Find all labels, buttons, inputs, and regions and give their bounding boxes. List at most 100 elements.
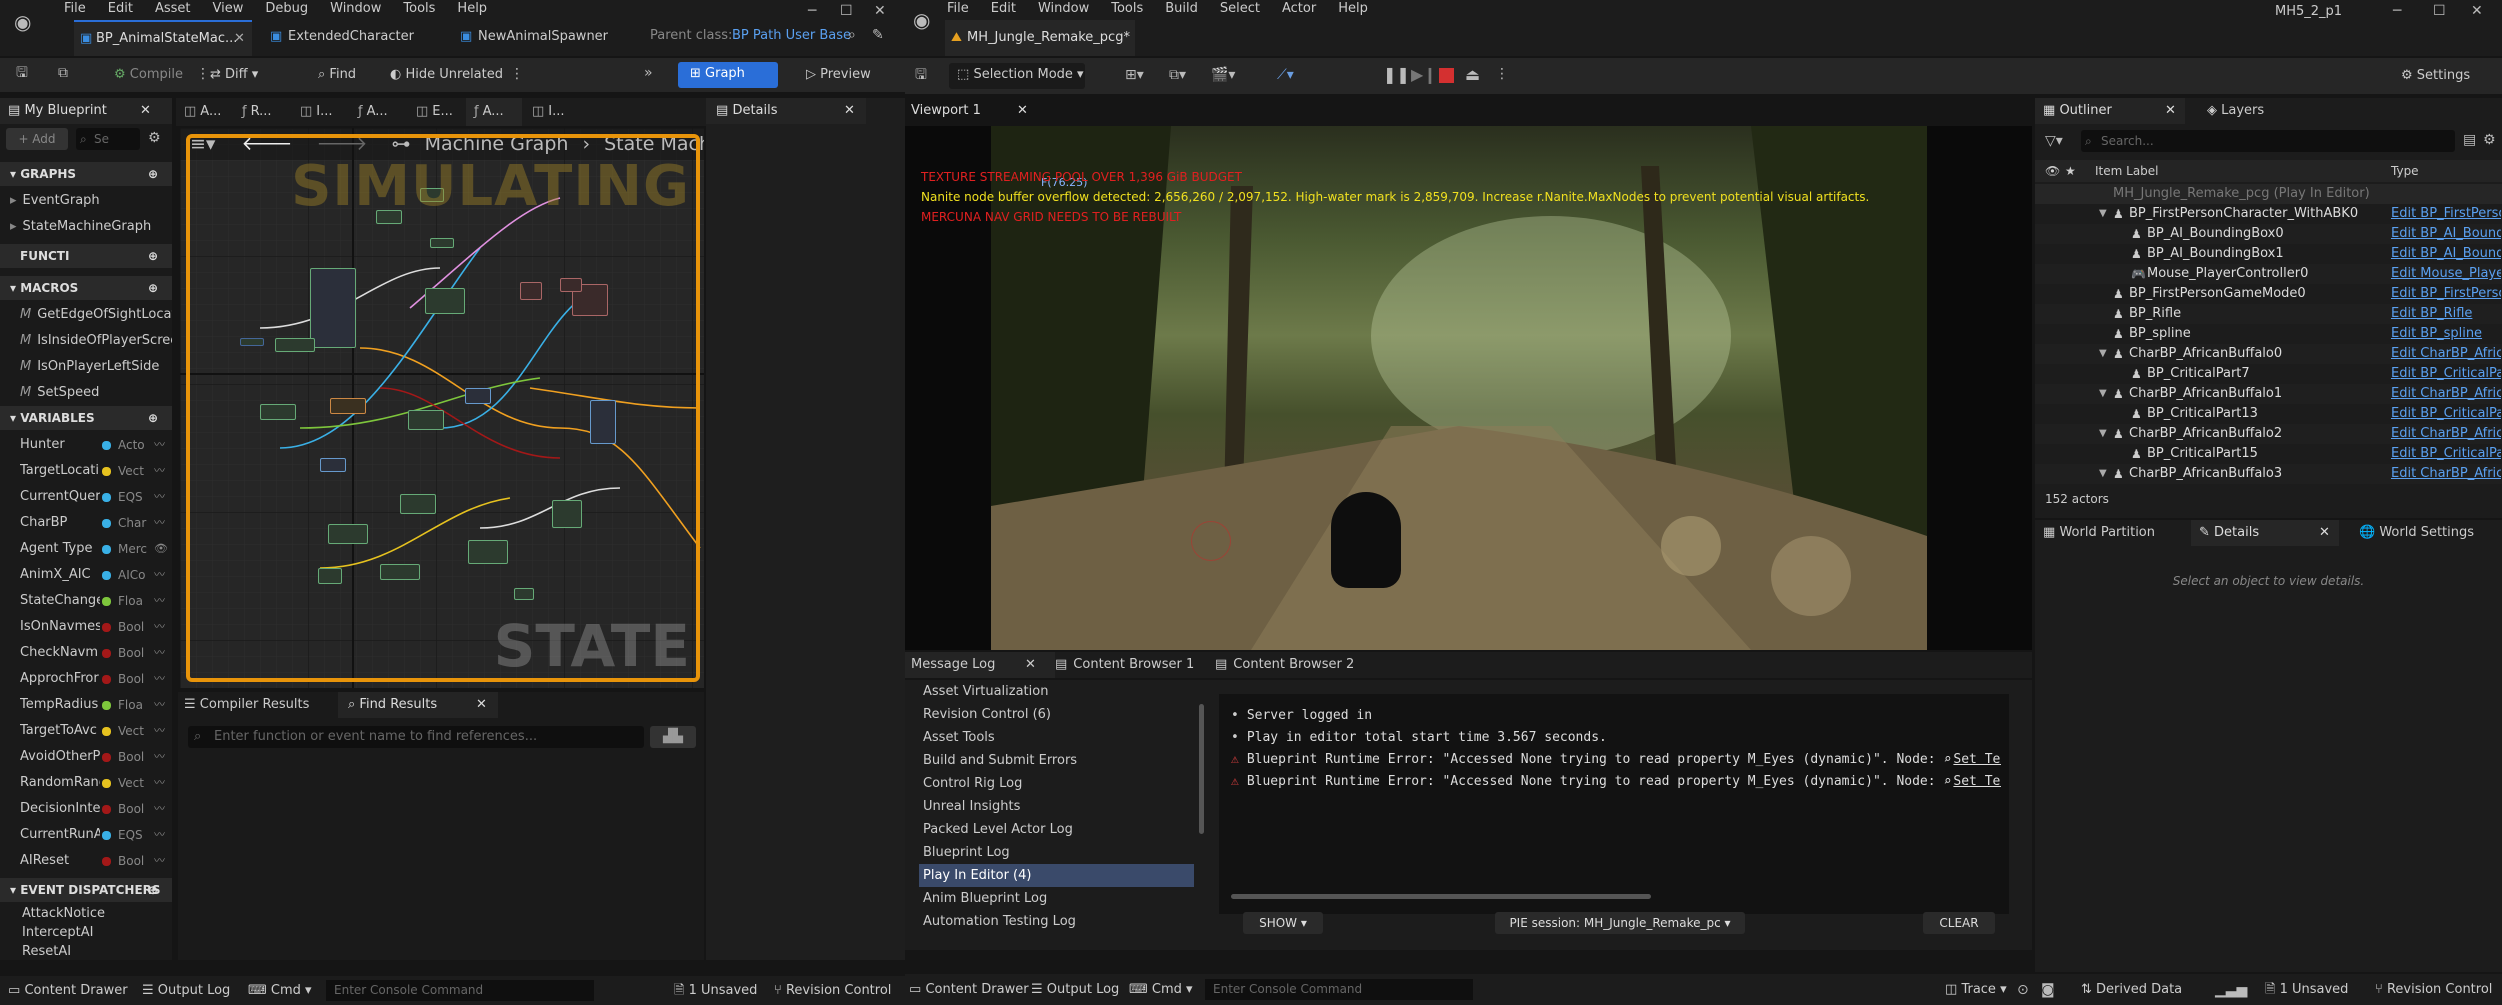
minimize-icon[interactable]: ─ (808, 4, 816, 18)
outliner-row-type-link[interactable]: Edit Mouse_Player (2391, 264, 2501, 284)
output-log-button[interactable]: ☰ Output Log (1031, 974, 1119, 1005)
preview-mode-button[interactable]: ▷ Preview (806, 63, 871, 87)
variable-item[interactable]: CurrentRunA EQS 〰 (0, 822, 172, 848)
minimize-icon[interactable]: ─ (2393, 4, 2401, 18)
outliner-row-type-link[interactable]: Edit BP_FirstPerso (2391, 284, 2501, 304)
chevron-icon[interactable]: 〰 (154, 432, 165, 458)
outliner-row[interactable]: ♟ BP_AI_BoundingBox0 Edit BP_AI_Boundin (2035, 224, 2502, 244)
find-results-tab[interactable]: ⌕ Find Results ✕ (338, 692, 498, 718)
functions-section-header[interactable]: FUNCTI ⊕ (0, 244, 172, 268)
collapse-arrow-icon[interactable]: ▼ (2099, 344, 2107, 364)
graph-menu-icon[interactable]: ≡▾ (190, 133, 215, 155)
breadcrumb-machine-graph[interactable]: Machine Graph (425, 133, 569, 155)
close-tab-icon[interactable]: ✕ (2319, 520, 2330, 546)
log-category-item[interactable]: Packed Level Actor Log (919, 818, 1194, 841)
log-category-item[interactable]: Play In Editor (4) (919, 864, 1194, 887)
menu-item-debug[interactable]: Debug (265, 1, 308, 16)
outliner-row[interactable]: ▼ ♟ CharBP_AfricanBuffalo3 Edit CharBP_Afri… (2035, 464, 2502, 484)
settings-gear-icon[interactable]: ⚙ (2483, 133, 2496, 147)
graph-item[interactable]: ▸ EventGraph (0, 188, 172, 214)
compiler-results-tab[interactable]: ☰ Compiler Results (178, 692, 328, 718)
graph-node[interactable] (552, 500, 582, 528)
graph-node[interactable] (590, 400, 616, 444)
chevron-icon[interactable]: 〰 (154, 692, 165, 718)
stop-icon[interactable] (1439, 68, 1454, 83)
graph-node[interactable] (514, 588, 534, 600)
outliner-row-type-link[interactable]: Edit BP_AI_Boundin (2391, 244, 2501, 264)
show-dropdown[interactable]: SHOW ▾ (1243, 912, 1323, 934)
item-label-header[interactable]: Item Label (2095, 160, 2159, 182)
menu-item-edit[interactable]: Edit (991, 1, 1016, 16)
close-tab-icon[interactable]: ✕ (476, 692, 487, 718)
graph-node[interactable] (240, 338, 264, 346)
chevron-icon[interactable]: 〰 (154, 588, 165, 614)
buffalo-character[interactable] (1331, 492, 1401, 588)
outliner-row-type-link[interactable]: Edit CharBP_Africa (2391, 464, 2501, 484)
menu-item-edit[interactable]: Edit (108, 1, 133, 16)
log-node-link[interactable]: Set Texture Pa (1953, 752, 2001, 767)
macro-item[interactable]: M GetEdgeOfSightLocatio (0, 302, 172, 328)
eject-icon[interactable]: ⏏ (1465, 67, 1480, 83)
more-icon[interactable]: ⋮ (510, 67, 524, 81)
save-icon[interactable]: 🖫 (16, 66, 28, 80)
add-dispatcher-icon[interactable]: ⊕ (148, 878, 158, 902)
unsaved-indicator[interactable]: 🗎 1 Unsaved (674, 976, 757, 1005)
outliner-row-type-link[interactable]: Edit CharBP_Africa (2391, 424, 2501, 444)
diff-button[interactable]: ⇄ Diff ▾ (210, 63, 258, 87)
outliner-row[interactable]: ♟ BP_AI_BoundingBox1 Edit BP_AI_Boundin (2035, 244, 2502, 264)
variable-item[interactable]: AnimX_AIC AICo 〰 (0, 562, 172, 588)
save-icon[interactable]: 🖫 (915, 68, 927, 82)
filter-icon[interactable]: ▽▾ (2045, 134, 2063, 148)
menu-item-build[interactable]: Build (1165, 1, 1198, 16)
macro-item[interactable]: M SetSpeed (0, 380, 172, 406)
type-header[interactable]: Type (2391, 160, 2419, 182)
trace-button[interactable]: ◫ Trace ▾ (1945, 974, 2007, 1005)
find-button[interactable]: ⌕ Find (318, 63, 356, 87)
menu-item-file[interactable]: File (64, 1, 86, 16)
details-tab[interactable]: ▤ Details ✕ (706, 98, 866, 124)
pencil-icon[interactable]: ✎ (872, 28, 884, 42)
outliner-row-type-link[interactable]: Edit CharBP_Africa (2391, 384, 2501, 404)
close-tab-icon[interactable]: ✕ (1017, 98, 1028, 124)
console-command-input[interactable]: Enter Console Command (1205, 979, 1473, 1000)
variable-item[interactable]: StateChange Floa 〰 (0, 588, 172, 614)
chevron-icon[interactable]: 〰 (154, 562, 165, 588)
log-category-item[interactable]: Unreal Insights (919, 795, 1194, 818)
log-node-link[interactable]: Set Texture Pa (1953, 774, 2001, 789)
outliner-row-type-link[interactable]: Edit BP_CriticalPar (2391, 404, 2501, 424)
content-drawer-button[interactable]: ▭ Content Drawer (909, 974, 1029, 1005)
variable-item[interactable]: AIReset Bool 〰 (0, 848, 172, 874)
outliner-row[interactable]: ♟ BP_spline Edit BP_spline (2035, 324, 2502, 344)
game-view[interactable] (991, 126, 1927, 650)
graphs-section-header[interactable]: ▾ GRAPHS ⊕ (0, 162, 172, 186)
event-dispatchers-section-header[interactable]: ▾ EVENT DISPATCHERS ⊕ (0, 878, 172, 902)
menu-item-actor[interactable]: Actor (1282, 1, 1316, 16)
graph-node[interactable] (318, 568, 342, 584)
variable-item[interactable]: ApprochFror Bool 〰 (0, 666, 172, 692)
log-category-item[interactable]: Blueprint Log (919, 841, 1194, 864)
variable-item[interactable]: DecisionInte Bool 〰 (0, 796, 172, 822)
graph-tab[interactable]: ƒ A... (350, 98, 406, 126)
blueprint-search-input[interactable]: ⌕ Se (76, 128, 140, 150)
output-log-button[interactable]: ☰ Output Log (142, 976, 230, 1005)
outliner-row-type-link[interactable]: Edit BP_FirstPerso (2391, 204, 2501, 224)
menu-item-tools[interactable]: Tools (403, 1, 435, 16)
close-tab-icon[interactable]: ✕ (234, 22, 245, 56)
graph-node[interactable] (468, 540, 508, 564)
chevron-icon[interactable]: 〰 (154, 744, 165, 770)
collapse-arrow-icon[interactable]: ▼ (2099, 464, 2107, 484)
graph-node[interactable] (320, 458, 346, 472)
chevron-icon[interactable]: 〰 (154, 640, 165, 666)
menu-item-select[interactable]: Select (1220, 1, 1260, 16)
world-settings-tab[interactable]: 🌐 World Settings (2351, 520, 2499, 546)
doc-tab-animal-state[interactable]: ▣ BP_AnimalStateMac... ✕ (74, 20, 252, 56)
chevron-icon[interactable]: 〰 (154, 484, 165, 510)
maximize-icon[interactable]: ☐ (840, 4, 853, 18)
expand-arrow-icon[interactable]: ▸ (10, 219, 17, 234)
back-arrow-icon[interactable]: 🡐 (242, 133, 293, 155)
close-panel-icon[interactable]: ✕ (844, 98, 855, 124)
chevron-icon[interactable]: 〰 (154, 510, 165, 536)
menu-item-view[interactable]: View (213, 1, 244, 16)
variable-item[interactable]: RandomRanc Vect 〰 (0, 770, 172, 796)
outliner-row[interactable]: ♟ BP_CriticalPart13 Edit BP_CriticalPar (2035, 404, 2502, 424)
